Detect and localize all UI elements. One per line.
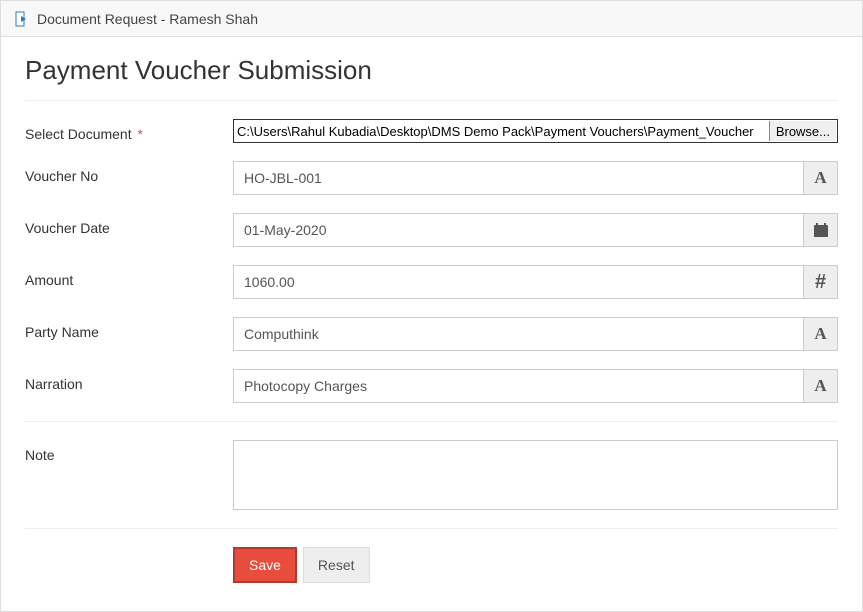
label-narration: Narration	[25, 369, 233, 392]
row-voucher-date: Voucher Date	[25, 213, 838, 247]
label-voucher-no: Voucher No	[25, 161, 233, 184]
amount-input[interactable]	[233, 265, 804, 299]
row-party-name: Party Name A	[25, 317, 838, 351]
voucher-no-input[interactable]	[233, 161, 804, 195]
content-area: Payment Voucher Submission Select Docume…	[1, 37, 862, 611]
label-party-name: Party Name	[25, 317, 233, 340]
divider	[25, 528, 838, 529]
label-amount: Amount	[25, 265, 233, 288]
note-textarea[interactable]	[233, 440, 838, 510]
row-narration: Narration A	[25, 369, 838, 403]
text-type-icon: A	[804, 369, 838, 403]
divider	[25, 421, 838, 422]
narration-input[interactable]	[233, 369, 804, 403]
page-title: Payment Voucher Submission	[25, 55, 838, 101]
text-type-icon: A	[804, 161, 838, 195]
window-title: Document Request - Ramesh Shah	[37, 11, 258, 27]
browse-button[interactable]: Browse...	[769, 121, 836, 141]
label-select-document: Select Document *	[25, 119, 233, 142]
calendar-icon[interactable]	[804, 213, 838, 247]
row-select-document: Select Document * Browse...	[25, 119, 838, 143]
button-row: Save Reset	[233, 547, 838, 583]
row-note: Note	[25, 440, 838, 510]
row-voucher-no: Voucher No A	[25, 161, 838, 195]
file-path-input[interactable]	[234, 120, 769, 142]
voucher-date-input[interactable]	[233, 213, 804, 247]
titlebar: Document Request - Ramesh Shah	[1, 1, 862, 37]
window: Document Request - Ramesh Shah Payment V…	[0, 0, 863, 612]
label-note: Note	[25, 440, 233, 463]
party-name-input[interactable]	[233, 317, 804, 351]
file-picker[interactable]: Browse...	[233, 119, 838, 143]
label-text: Select Document	[25, 126, 132, 142]
label-voucher-date: Voucher Date	[25, 213, 233, 236]
row-amount: Amount #	[25, 265, 838, 299]
text-type-icon: A	[804, 317, 838, 351]
reset-button[interactable]: Reset	[303, 547, 370, 583]
required-mark: *	[138, 126, 143, 142]
number-type-icon: #	[804, 265, 838, 299]
save-button[interactable]: Save	[233, 547, 297, 583]
document-icon	[13, 11, 29, 27]
